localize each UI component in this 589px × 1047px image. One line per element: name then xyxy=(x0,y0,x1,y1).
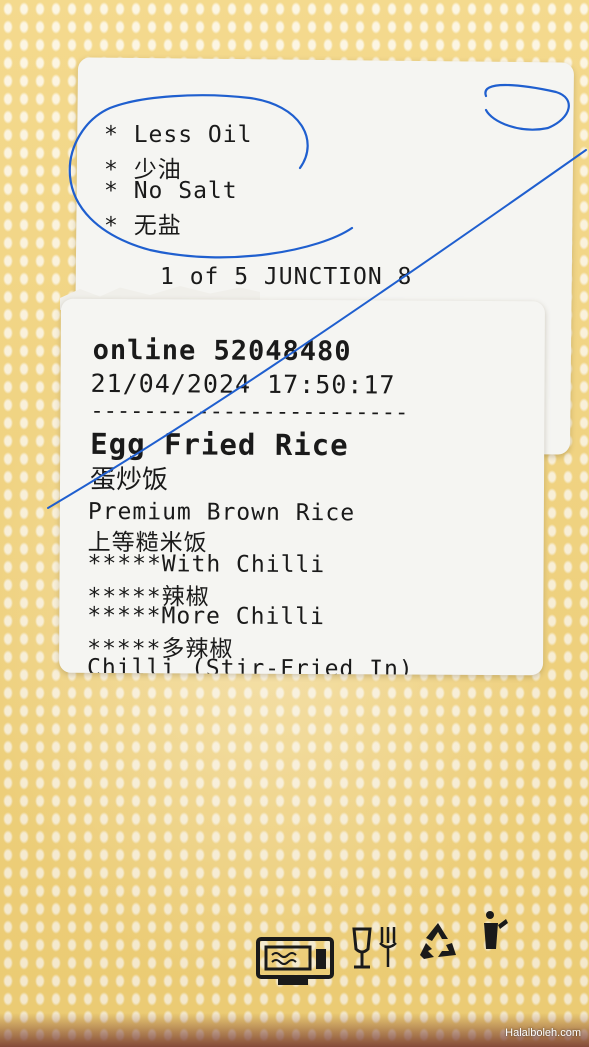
sequence-text: 1 of 5 JUNCTION 8 xyxy=(160,264,413,290)
order-reference: online 52048480 xyxy=(92,334,352,368)
option-with-chilli: *****With Chilli xyxy=(87,550,326,579)
option-chilli-stir-fried: Chilli (Stir-Fried In) xyxy=(86,654,414,676)
order-datetime: 21/04/2024 17:50:17 xyxy=(90,368,396,400)
item-name: Egg Fried Rice xyxy=(90,426,349,463)
note-no-salt-cn: * 无盐 xyxy=(104,213,182,239)
recycle-icon xyxy=(420,923,456,959)
main-label: online 52048480 21/04/2024 17:50:17 ----… xyxy=(59,298,545,676)
bin-icon xyxy=(484,911,508,949)
separator-line: ------------------------ xyxy=(90,398,409,426)
note-less-oil: * Less Oil xyxy=(104,122,253,148)
option-more-chilli: *****More Chilli xyxy=(87,602,325,631)
note-no-salt: * No Salt xyxy=(104,178,238,204)
item-name-cn: 蛋炒饭 xyxy=(89,464,169,496)
shadow-edge xyxy=(0,1013,589,1047)
container-icons xyxy=(256,905,516,985)
food-container: * Less Oil * 少油 * No Salt * 无盐 1 of 5 JU… xyxy=(0,0,589,1047)
food-safe-icon xyxy=(352,927,397,969)
microwave-safe-icon xyxy=(256,937,334,985)
watermark: Halalboleh.com xyxy=(505,1027,581,1039)
